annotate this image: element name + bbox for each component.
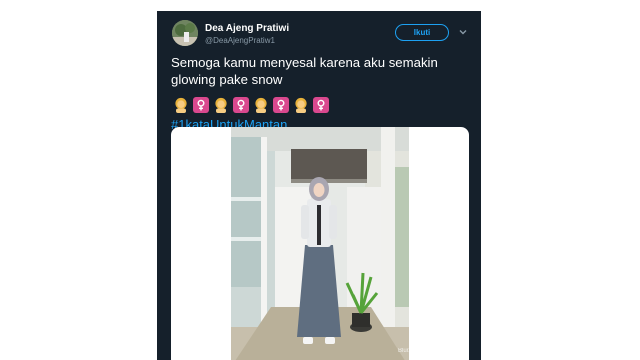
tweet-photo[interactable] bbox=[231, 127, 409, 360]
female-sign-emoji bbox=[193, 97, 209, 113]
user-handle[interactable]: @DeaAjengPratiw1 bbox=[205, 36, 275, 45]
follow-button[interactable]: Ikuti bbox=[395, 24, 449, 41]
female-sign-emoji bbox=[273, 97, 289, 113]
female-sign-emoji bbox=[313, 97, 329, 113]
tweet-media[interactable]: Blur/Photography bbox=[171, 127, 469, 360]
woman-emoji bbox=[255, 97, 267, 113]
woman-emoji bbox=[295, 97, 307, 113]
tweet-text: Semoga kamu menyesal karena aku semakin … bbox=[171, 55, 438, 87]
tweet-card: Dea Ajeng Pratiwi @DeaAjengPratiw1 Ikuti… bbox=[157, 11, 481, 360]
tweet-header: Dea Ajeng Pratiwi @DeaAjengPratiw1 Ikuti bbox=[157, 11, 481, 57]
emoji-row bbox=[173, 97, 329, 113]
female-sign-emoji bbox=[233, 97, 249, 113]
avatar[interactable] bbox=[172, 20, 198, 46]
chevron-down-icon[interactable] bbox=[458, 27, 468, 37]
woman-emoji bbox=[175, 97, 187, 113]
display-name[interactable]: Dea Ajeng Pratiwi bbox=[205, 23, 289, 34]
photo-watermark: Blur/Photography bbox=[398, 348, 445, 354]
woman-emoji bbox=[215, 97, 227, 113]
